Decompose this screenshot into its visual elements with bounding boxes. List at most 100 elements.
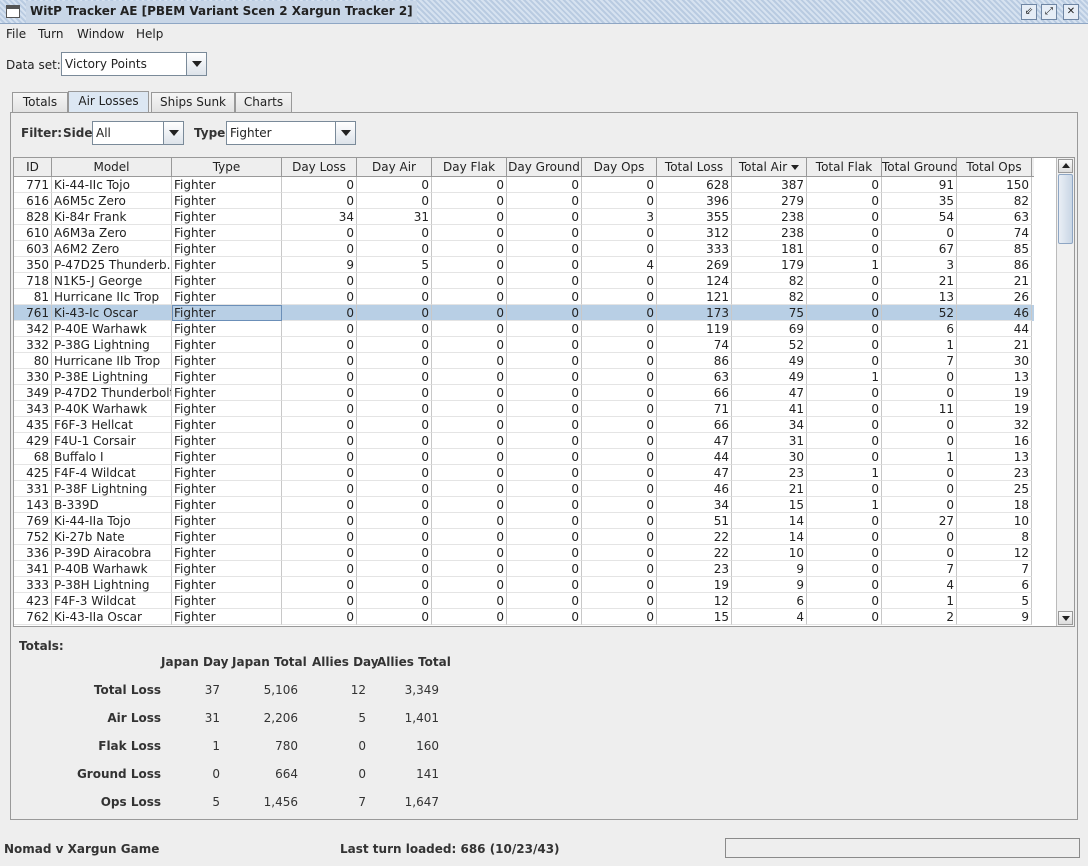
cell-id[interactable]: 341 bbox=[14, 561, 52, 577]
cell-day-ground[interactable]: 0 bbox=[507, 369, 582, 385]
cell-day-air[interactable]: 0 bbox=[357, 353, 432, 369]
cell-day-loss[interactable]: 0 bbox=[282, 177, 357, 193]
cell-day-loss[interactable]: 0 bbox=[282, 305, 357, 321]
cell-total-flak[interactable]: 0 bbox=[807, 177, 882, 193]
tab-air-losses[interactable]: Air Losses bbox=[68, 91, 149, 113]
cell-model[interactable]: P-47D25 Thunderb... bbox=[52, 257, 172, 273]
cell-day-air[interactable]: 0 bbox=[357, 385, 432, 401]
cell-total-ops[interactable]: 46 bbox=[957, 305, 1032, 321]
cell-type[interactable]: Fighter bbox=[172, 273, 282, 289]
cell-total-ground[interactable]: 1 bbox=[882, 593, 957, 609]
cell-day-air[interactable]: 0 bbox=[357, 273, 432, 289]
cell-day-loss[interactable]: 0 bbox=[282, 321, 357, 337]
cell-total-air[interactable]: 75 bbox=[732, 305, 807, 321]
cell-total-air[interactable]: 179 bbox=[732, 257, 807, 273]
cell-day-ground[interactable]: 0 bbox=[507, 513, 582, 529]
cell-total-ops[interactable]: 19 bbox=[957, 385, 1032, 401]
table-row[interactable]: 331 P-38F Lightning Fighter 0 0 0 0 0 46 21 0 0 25 bbox=[14, 481, 1034, 497]
cell-total-flak[interactable]: 0 bbox=[807, 401, 882, 417]
cell-model[interactable]: P-47D2 Thunderbolt bbox=[52, 385, 172, 401]
cell-total-loss[interactable]: 22 bbox=[657, 529, 732, 545]
cell-model[interactable]: A6M3a Zero bbox=[52, 225, 172, 241]
table-row[interactable]: 332 P-38G Lightning Fighter 0 0 0 0 0 74 52 0 1 21 bbox=[14, 337, 1034, 353]
cell-total-loss[interactable]: 333 bbox=[657, 241, 732, 257]
cell-day-loss[interactable]: 0 bbox=[282, 289, 357, 305]
cell-total-air[interactable]: 238 bbox=[732, 209, 807, 225]
chevron-down-icon[interactable] bbox=[163, 122, 183, 144]
cell-day-loss[interactable]: 0 bbox=[282, 529, 357, 545]
maximize-icon[interactable]: ⤢ bbox=[1041, 4, 1057, 20]
cell-type[interactable]: Fighter bbox=[172, 321, 282, 337]
table-row[interactable]: 718 N1K5-J George Fighter 0 0 0 0 0 124 82 0 21 21 bbox=[14, 273, 1034, 289]
cell-day-loss[interactable]: 0 bbox=[282, 385, 357, 401]
cell-id[interactable]: 761 bbox=[14, 305, 52, 321]
cell-day-ground[interactable]: 0 bbox=[507, 481, 582, 497]
cell-total-ops[interactable]: 44 bbox=[957, 321, 1032, 337]
cell-day-loss[interactable]: 0 bbox=[282, 593, 357, 609]
cell-day-ground[interactable]: 0 bbox=[507, 241, 582, 257]
cell-day-ground[interactable]: 0 bbox=[507, 273, 582, 289]
cell-total-ops[interactable]: 16 bbox=[957, 433, 1032, 449]
cell-total-flak[interactable]: 0 bbox=[807, 561, 882, 577]
table-row[interactable]: 81 Hurricane IIc Trop Fighter 0 0 0 0 0 121 82 0 13… bbox=[14, 289, 1034, 305]
cell-day-air[interactable]: 0 bbox=[357, 401, 432, 417]
cell-model[interactable]: Hurricane IIc Trop bbox=[52, 289, 172, 305]
cell-total-ground[interactable]: 54 bbox=[882, 209, 957, 225]
cell-total-ops[interactable]: 10 bbox=[957, 513, 1032, 529]
cell-day-ground[interactable]: 0 bbox=[507, 401, 582, 417]
cell-model[interactable]: P-39D Airacobra bbox=[52, 545, 172, 561]
cell-type[interactable]: Fighter bbox=[172, 385, 282, 401]
cell-type[interactable]: Fighter bbox=[172, 193, 282, 209]
cell-day-ops[interactable]: 0 bbox=[582, 337, 657, 353]
cell-total-ops[interactable]: 86 bbox=[957, 257, 1032, 273]
table-row[interactable]: 429 F4U-1 Corsair Fighter 0 0 0 0 0 47 31 0 0 16 bbox=[14, 433, 1034, 449]
cell-total-ops[interactable]: 19 bbox=[957, 401, 1032, 417]
cell-day-flak[interactable]: 0 bbox=[432, 465, 507, 481]
cell-total-loss[interactable]: 173 bbox=[657, 305, 732, 321]
tab-ships-sunk[interactable]: Ships Sunk bbox=[151, 92, 235, 112]
cell-model[interactable]: A6M5c Zero bbox=[52, 193, 172, 209]
cell-day-flak[interactable]: 0 bbox=[432, 337, 507, 353]
cell-total-ops[interactable]: 150 bbox=[957, 177, 1032, 193]
cell-total-loss[interactable]: 46 bbox=[657, 481, 732, 497]
cell-total-loss[interactable]: 23 bbox=[657, 561, 732, 577]
table-row[interactable]: 610 A6M3a Zero Fighter 0 0 0 0 0 312 238 0 0 74 bbox=[14, 225, 1034, 241]
cell-day-flak[interactable]: 0 bbox=[432, 529, 507, 545]
cell-total-air[interactable]: 82 bbox=[732, 289, 807, 305]
close-icon[interactable]: ✕ bbox=[1063, 4, 1079, 20]
cell-total-loss[interactable]: 86 bbox=[657, 353, 732, 369]
cell-day-ops[interactable]: 0 bbox=[582, 529, 657, 545]
cell-total-flak[interactable]: 0 bbox=[807, 289, 882, 305]
cell-total-air[interactable]: 9 bbox=[732, 561, 807, 577]
cell-total-air[interactable]: 9 bbox=[732, 577, 807, 593]
column-header-id[interactable]: ID bbox=[14, 158, 52, 177]
cell-day-air[interactable]: 0 bbox=[357, 433, 432, 449]
table-row[interactable]: 435 F6F-3 Hellcat Fighter 0 0 0 0 0 66 34 0 0 32 bbox=[14, 417, 1034, 433]
table-row[interactable]: 423 F4F-3 Wildcat Fighter 0 0 0 0 0 12 6 0 1 5 bbox=[14, 593, 1034, 609]
cell-day-ops[interactable]: 0 bbox=[582, 273, 657, 289]
cell-day-ops[interactable]: 0 bbox=[582, 497, 657, 513]
cell-day-air[interactable]: 0 bbox=[357, 369, 432, 385]
cell-day-ops[interactable]: 0 bbox=[582, 561, 657, 577]
cell-type[interactable]: Fighter bbox=[172, 209, 282, 225]
menu-file[interactable]: File bbox=[6, 27, 26, 41]
cell-day-air[interactable]: 0 bbox=[357, 321, 432, 337]
cell-day-air[interactable]: 0 bbox=[357, 193, 432, 209]
cell-day-ops[interactable]: 0 bbox=[582, 433, 657, 449]
cell-id[interactable]: 80 bbox=[14, 353, 52, 369]
cell-day-loss[interactable]: 0 bbox=[282, 497, 357, 513]
vertical-scrollbar[interactable] bbox=[1056, 158, 1074, 626]
cell-model[interactable]: P-38H Lightning bbox=[52, 577, 172, 593]
cell-day-loss[interactable]: 0 bbox=[282, 273, 357, 289]
cell-day-ground[interactable]: 0 bbox=[507, 257, 582, 273]
cell-day-loss[interactable]: 34 bbox=[282, 209, 357, 225]
cell-id[interactable]: 771 bbox=[14, 177, 52, 193]
cell-day-ops[interactable]: 0 bbox=[582, 545, 657, 561]
cell-total-flak[interactable]: 0 bbox=[807, 481, 882, 497]
table-row[interactable]: 603 A6M2 Zero Fighter 0 0 0 0 0 333 181 0 67 85 bbox=[14, 241, 1034, 257]
cell-model[interactable]: F4F-3 Wildcat bbox=[52, 593, 172, 609]
cell-id[interactable]: 429 bbox=[14, 433, 52, 449]
cell-total-ground[interactable]: 35 bbox=[882, 193, 957, 209]
cell-total-air[interactable]: 14 bbox=[732, 513, 807, 529]
cell-day-air[interactable]: 0 bbox=[357, 545, 432, 561]
